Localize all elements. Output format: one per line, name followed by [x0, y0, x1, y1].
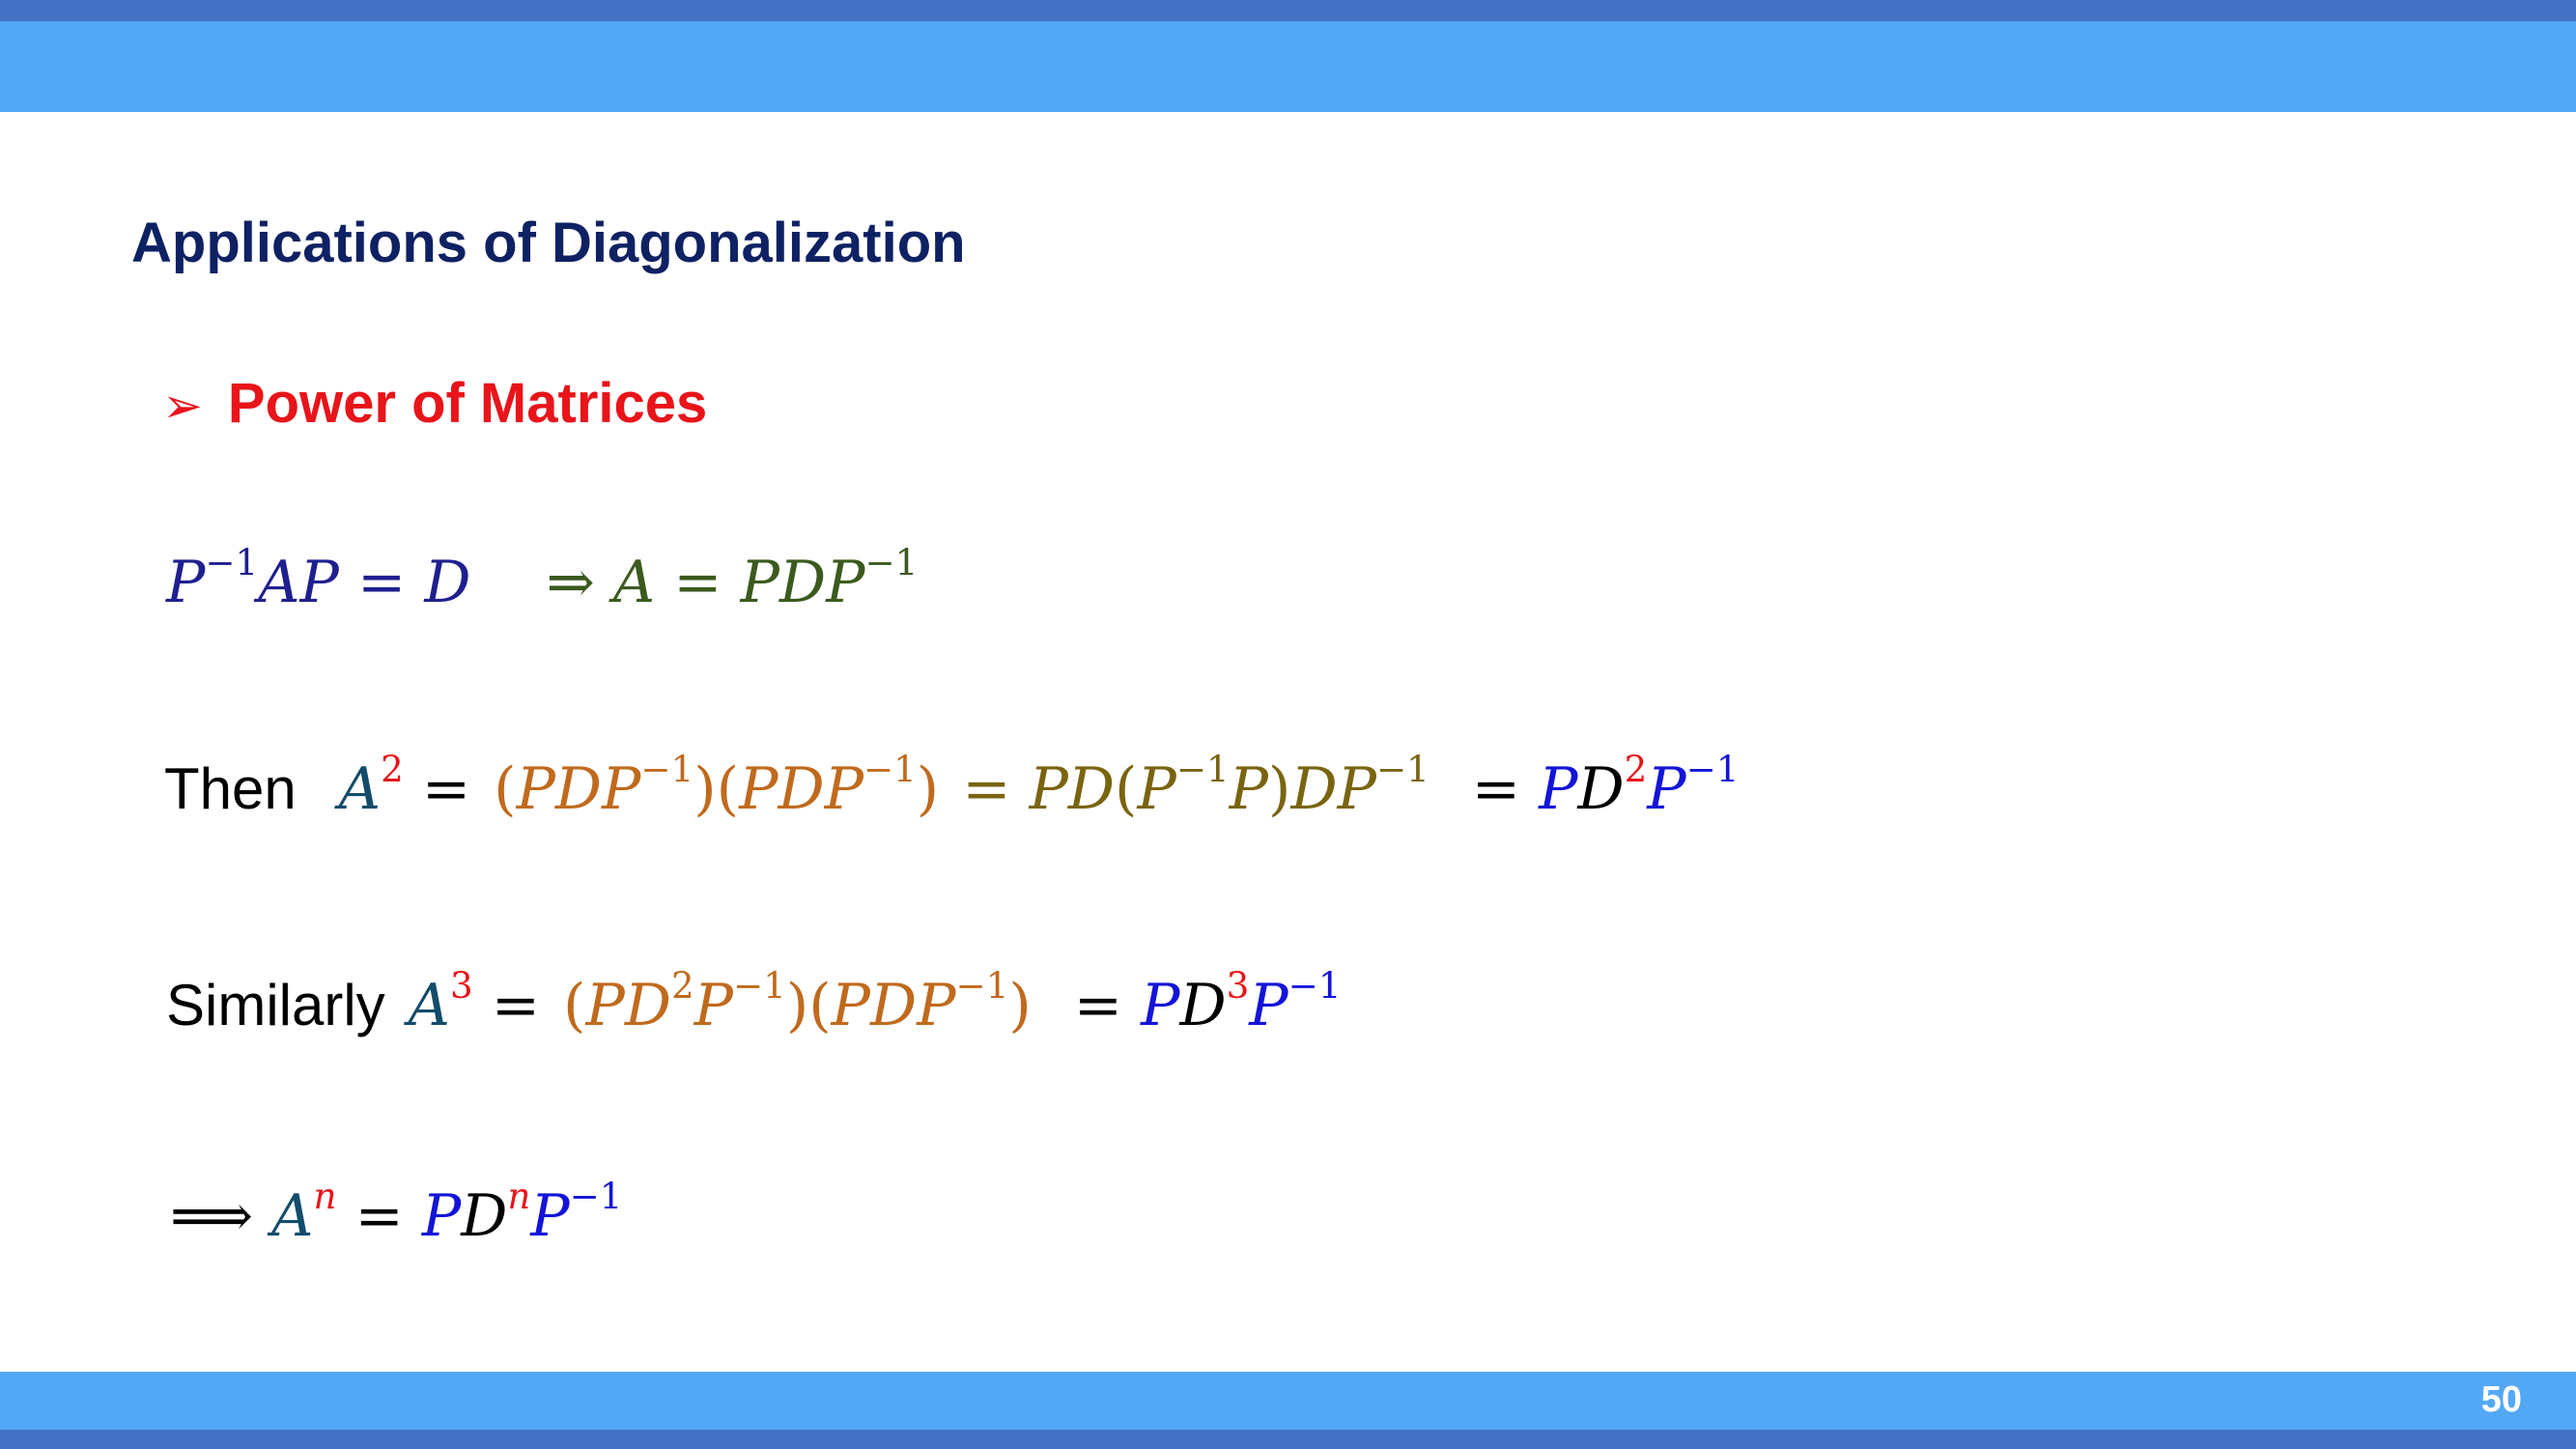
- equation-square: Then A2 = (PDP−1)(PDP−1) = PD(P−1P)DP−1 = PD…: [164, 748, 1740, 823]
- equation-rhs: ⇒ A = PDP−1: [546, 541, 919, 616]
- footer-band: 50: [0, 1372, 2576, 1449]
- equation-cube: Similarly A3 = (PD2P−1)(PDP−1) = PD3P−1: [166, 964, 1342, 1039]
- equation-general: ⟹ An = PDnP−1: [170, 1175, 623, 1250]
- product-expansion: (PDP−1)(PDP−1): [494, 748, 940, 823]
- header-band: [0, 0, 2576, 112]
- implies-icon: ⟹: [170, 1182, 254, 1250]
- equation-definition: P−1AP = D ⇒ A = PDP−1: [166, 541, 919, 616]
- header-band-edge: [0, 0, 2576, 21]
- slide-number: 50: [2480, 1379, 2522, 1420]
- cube-expansion: (PD2P−1)(PDP−1): [563, 964, 1032, 1039]
- bullet-item: ➢ Power of Matrices: [162, 371, 707, 436]
- footer-band-edge: [0, 1430, 2576, 1449]
- arrow-bullet-icon: ➢: [162, 378, 203, 434]
- regrouped-product: = PD(P−1P)DP−1: [962, 748, 1430, 823]
- similarly-label: Similarly: [166, 973, 385, 1037]
- equation-lhs: P−1AP = D: [166, 541, 471, 616]
- slide-title: Applications of Diagonalization: [131, 212, 966, 274]
- bullet-text: Power of Matrices: [227, 372, 708, 435]
- then-label: Then: [164, 756, 297, 821]
